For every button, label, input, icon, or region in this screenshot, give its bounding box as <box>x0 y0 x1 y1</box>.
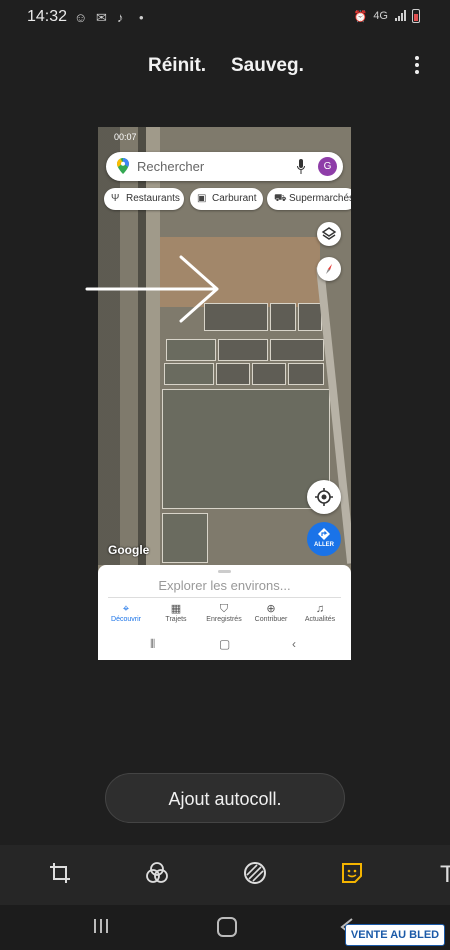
more-options-icon[interactable] <box>414 56 420 76</box>
tiktok-icon: ♪ <box>117 10 124 25</box>
watermark: VENTE AU BLED <box>345 924 445 946</box>
map-plot <box>164 363 214 385</box>
map-plot <box>298 303 322 331</box>
home-button[interactable] <box>217 917 237 937</box>
compass-button[interactable] <box>317 257 341 281</box>
chip-label: Restaurants <box>126 193 180 204</box>
alarm-icon: ⏰ <box>353 10 368 23</box>
edited-screenshot[interactable]: 00:07 Rechercher G Ψ Restaurants ▣ Carbu… <box>98 127 351 660</box>
chip-restaurants[interactable]: Ψ Restaurants <box>104 188 184 210</box>
maps-search-bar[interactable]: Rechercher G <box>106 152 343 181</box>
reset-button[interactable]: Réinit. <box>148 55 206 77</box>
home-icon: ▢ <box>219 637 231 651</box>
cart-icon: ⛟ <box>274 193 287 204</box>
map-plot <box>162 389 330 509</box>
mic-icon[interactable] <box>297 159 305 174</box>
chip-label: Carburant <box>212 193 257 204</box>
map-plot <box>162 513 208 563</box>
network-type: 4G <box>373 10 388 22</box>
sheet-handle[interactable] <box>218 570 231 573</box>
tab-actualites[interactable]: ♫ Actualités <box>295 603 345 623</box>
text-icon[interactable]: T <box>440 861 450 889</box>
compass-icon <box>326 264 332 274</box>
building-icon: ▦ <box>170 603 182 615</box>
tab-contribuer[interactable]: ⊕ Contribuer <box>246 603 296 623</box>
tab-label: Actualités <box>304 616 336 623</box>
crosshair-icon <box>315 488 333 506</box>
map-plot <box>288 363 324 385</box>
bell-icon: ♫ <box>315 603 325 615</box>
battery-icon <box>412 9 420 23</box>
layers-icon <box>321 227 337 240</box>
aller-button[interactable]: ALLER <box>307 522 341 556</box>
chip-carburant[interactable]: ▣ Carburant <box>190 188 263 210</box>
bottom-tabs: ⌖ Découvrir ▦ Trajets ⛉ Enregistrés ⊕ Co… <box>98 603 351 631</box>
dot-icon: • <box>139 10 144 25</box>
save-button[interactable]: Sauveg. <box>231 55 304 77</box>
screenshot-nav-bar: ⦀ ▢ ‹ <box>98 635 351 655</box>
explore-nearby[interactable]: Explorer les environs... <box>108 578 341 598</box>
map-plot <box>166 339 216 361</box>
layers-button[interactable] <box>317 222 341 246</box>
tab-label: Trajets <box>165 616 187 623</box>
aller-label: ALLER <box>314 542 334 548</box>
back-icon: ‹ <box>292 637 296 651</box>
directions-icon <box>318 528 330 540</box>
status-time: 14:32 <box>27 8 68 25</box>
avatar[interactable]: G <box>318 157 337 176</box>
tab-decouvrir[interactable]: ⌖ Découvrir <box>101 603 151 623</box>
snapchat-icon: ☺ <box>74 10 88 25</box>
tab-enregistres[interactable]: ⛉ Enregistrés <box>199 603 249 623</box>
messenger-icon: ✉ <box>96 10 107 25</box>
crop-rotate-icon[interactable] <box>46 859 74 887</box>
tab-label: Découvrir <box>111 616 141 623</box>
google-logo: Google <box>108 543 150 557</box>
search-input[interactable]: Rechercher <box>137 159 204 174</box>
add-sticker-button[interactable]: Ajout autocoll. <box>105 773 345 823</box>
sticker-icon[interactable] <box>338 859 366 887</box>
map-plot <box>216 363 250 385</box>
recent-apps-icon: ⦀ <box>150 637 156 651</box>
chip-supermarches[interactable]: ⛟ Supermarchés <box>267 188 351 210</box>
filter-icon[interactable] <box>143 859 171 887</box>
status-bar: 14:32 ☺ ✉ ♪ • ⏰ 4G <box>0 0 450 36</box>
fork-knife-icon: Ψ <box>111 193 120 204</box>
tab-label: Enregistrés <box>206 616 242 623</box>
my-location-button[interactable] <box>307 480 341 514</box>
map-plot <box>218 339 268 361</box>
pin-icon: ⌖ <box>122 603 130 615</box>
screenshot-time: 00:07 <box>114 132 137 142</box>
category-chips: Ψ Restaurants ▣ Carburant ⛟ Supermarchés <box>104 188 351 210</box>
signal-icon <box>395 10 406 21</box>
map-plot <box>270 303 296 331</box>
bottom-sheet[interactable]: Explorer les environs... ⌖ Découvrir ▦ T… <box>98 565 351 660</box>
screenshot-status-bar: 00:07 <box>98 127 351 147</box>
add-circle-icon: ⊕ <box>266 603 276 615</box>
editor-top-bar: Réinit. Sauveg. <box>0 55 450 81</box>
drawn-arrow[interactable] <box>85 254 225 324</box>
bookmark-icon: ⛉ <box>219 603 229 615</box>
tab-trajets[interactable]: ▦ Trajets <box>151 603 201 623</box>
map-plot <box>270 339 324 361</box>
map-plot <box>252 363 286 385</box>
fuel-pump-icon: ▣ <box>197 193 207 204</box>
maps-pin-icon <box>117 158 129 174</box>
tab-label: Contribuer <box>254 616 288 623</box>
recent-apps-button[interactable] <box>92 917 110 935</box>
chip-label: Supermarchés <box>289 193 351 204</box>
draw-icon[interactable] <box>241 859 269 887</box>
status-right: ⏰ 4G <box>354 9 420 23</box>
editor-toolbar: T <box>0 845 450 905</box>
